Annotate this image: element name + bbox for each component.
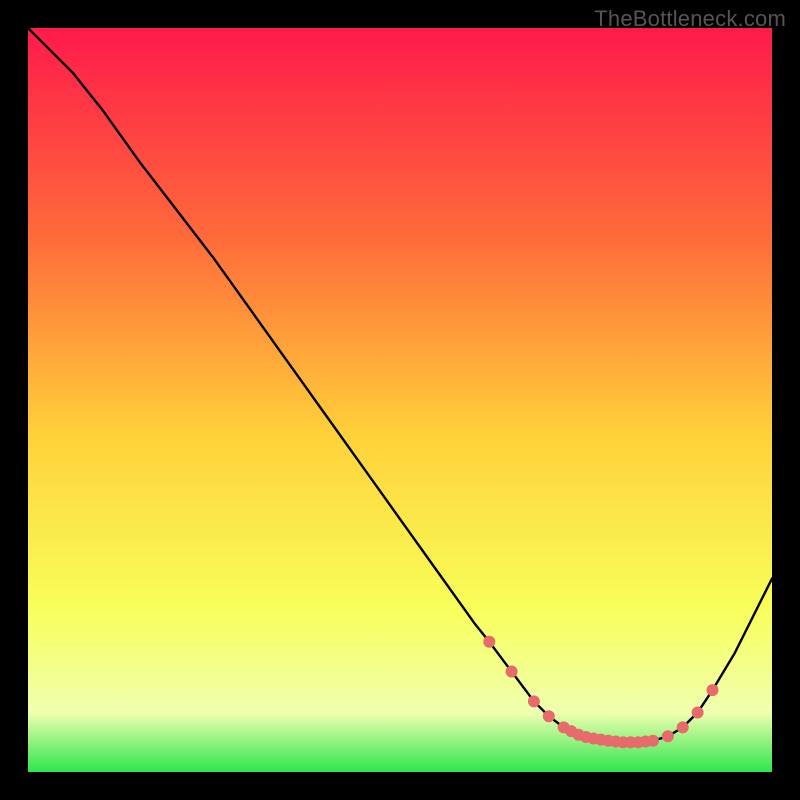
marker-dot — [528, 695, 540, 707]
marker-dot — [677, 721, 689, 733]
marker-dot — [692, 706, 704, 718]
marker-dot — [483, 636, 495, 648]
marker-dot — [706, 684, 718, 696]
plot-area — [28, 28, 772, 772]
marker-dot — [662, 730, 674, 742]
gradient-background — [28, 28, 772, 772]
marker-dot — [647, 735, 659, 747]
chart-svg — [28, 28, 772, 772]
chart-stage: TheBottleneck.com — [0, 0, 800, 800]
marker-dot — [543, 710, 555, 722]
marker-dot — [506, 666, 518, 678]
watermark-text: TheBottleneck.com — [594, 6, 786, 32]
